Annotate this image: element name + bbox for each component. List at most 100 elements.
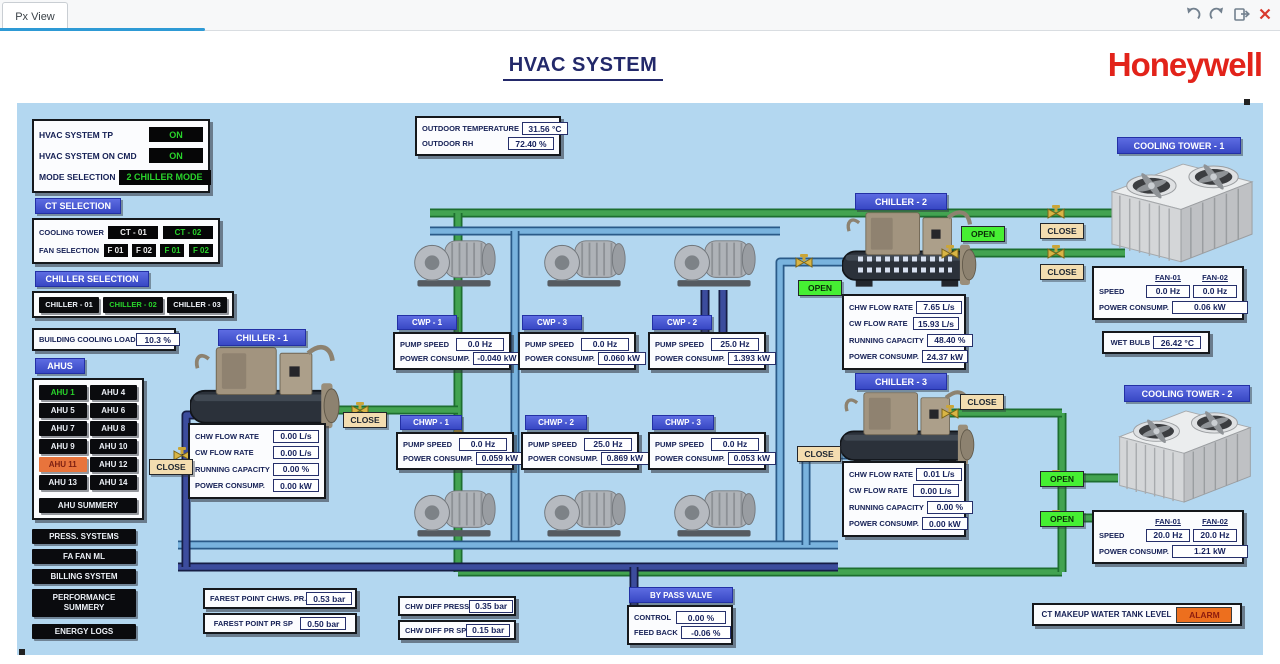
outdoor-temp-value: 31.56 °C <box>521 122 568 135</box>
farest-sp-label: FAREST POINT PR SP <box>213 619 293 628</box>
pump-speed-label: PUMP SPEED <box>403 439 453 449</box>
performance-summary-button[interactable]: PERFORMANCE SUMMERY <box>32 589 136 617</box>
ahu-14-button[interactable]: AHU 14 <box>89 475 137 491</box>
valve-tag-ct2-lower[interactable]: OPEN <box>1040 511 1084 527</box>
cwp-3-header: CWP - 3 <box>522 315 582 330</box>
running-capacity-label: RUNNING CAPACITY <box>849 502 924 512</box>
ahu-11-button[interactable]: AHU 11 <box>39 457 87 473</box>
cwp-2-power: 1.393 kW <box>727 351 776 365</box>
fan-f01-button[interactable]: F 01 <box>160 243 185 257</box>
chwp-1-power: 0.059 kW <box>475 451 524 465</box>
ahu-6-button[interactable]: AHU 6 <box>89 403 137 419</box>
pump-power-label: POWER CONSUMP. <box>655 453 725 463</box>
press-systems-button[interactable]: PRESS. SYSTEMS <box>32 529 136 544</box>
valve-tag-ct1-lower[interactable]: CLOSE <box>1040 264 1084 280</box>
pump-power-label: POWER CONSUMP. <box>525 353 595 363</box>
chiller-01-button[interactable]: CHILLER - 01 <box>39 296 99 313</box>
ct-makeup-alarm-button[interactable]: ALARM <box>1176 606 1233 623</box>
fa-fan-ml-button[interactable]: FA FAN ML <box>32 549 136 564</box>
chwp-3-header: CHWP - 3 <box>652 415 714 430</box>
speed-label: SPEED <box>1099 286 1125 296</box>
resize-handle[interactable] <box>1244 99 1250 105</box>
chwp-3-panel: PUMP SPEED 0.0 Hz POWER CONSUMP. 0.053 kW <box>648 432 776 470</box>
chiller-02-button[interactable]: CHILLER - 02 <box>103 296 163 313</box>
cw-flow-label: CW FLOW RATE <box>849 319 908 329</box>
ahu-8-button[interactable]: AHU 8 <box>89 421 137 437</box>
status-label: MODE SELECTION <box>39 172 116 183</box>
pump-power-label: POWER CONSUMP. <box>655 353 725 363</box>
ahu-1-button[interactable]: AHU 1 <box>39 385 87 401</box>
chiller-03-button[interactable]: CHILLER - 03 <box>167 296 227 313</box>
cwp-3-panel: PUMP SPEED 0.0 Hz POWER CONSUMP. 0.060 kW <box>518 332 646 370</box>
wet-bulb-panel: WET BULB 26.42 °C <box>1102 331 1210 354</box>
cw-flow-label: CW FLOW RATE <box>849 486 908 496</box>
mode-selection-value[interactable]: 2 CHILLER MODE <box>118 169 211 185</box>
fan-f01-button[interactable]: F 01 <box>103 243 128 257</box>
ct-02-button[interactable]: CT - 02 <box>163 225 213 239</box>
chwp-2-panel: PUMP SPEED 25.0 Hz POWER CONSUMP. 0.869 kW <box>521 432 649 470</box>
building-cooling-load-value: 10.3 % <box>135 333 180 346</box>
outdoor-rh-value: 72.40 % <box>508 137 554 150</box>
outdoor-rh-label: OUTDOOR RH <box>422 139 474 148</box>
valve-tag-chiller1-right[interactable]: CLOSE <box>343 412 387 428</box>
chiller-3-data-panel: CHW FLOW RATE 0.01 L/s CW FLOW RATE 0.00 L… <box>842 461 973 537</box>
farest-sp-value: 0.50 bar <box>300 617 347 630</box>
bypass-feedback-label: FEED BACK <box>634 628 678 637</box>
export-page-icon[interactable] <box>1233 6 1250 22</box>
chwp-3-speed: 0.0 Hz <box>711 437 759 451</box>
honeywell-logo: Honeywell <box>1107 46 1263 83</box>
pump-speed-label: PUMP SPEED <box>528 439 578 449</box>
ct-makeup-label: CT MAKEUP WATER TANK LEVEL <box>1041 610 1172 619</box>
power-consump-label: POWER CONSUMP. <box>849 352 919 362</box>
ahu-10-button[interactable]: AHU 10 <box>89 439 137 455</box>
chiller-3-cw-flow: 0.00 L/s <box>913 484 959 498</box>
chiller-3-power: 0.00 kW <box>921 517 968 531</box>
undo-icon[interactable] <box>1185 6 1201 22</box>
fan-f02-button[interactable]: F 02 <box>188 243 213 257</box>
chiller-3-header: CHILLER - 3 <box>855 373 947 390</box>
cwp-1-panel: PUMP SPEED 0.0 Hz POWER CONSUMP. -0.040 kW <box>393 332 521 370</box>
valve-tag-chiller2-left[interactable]: OPEN <box>798 280 842 296</box>
ct2-power: 1.21 kW <box>1171 544 1248 558</box>
resize-handle[interactable] <box>19 649 25 655</box>
ahu-5-button[interactable]: AHU 5 <box>39 403 87 419</box>
cwp-3-power: 0.060 kW <box>597 351 646 365</box>
hvac-system-tp-value[interactable]: ON <box>149 127 203 143</box>
ct1-power: 0.06 kW <box>1171 300 1248 314</box>
chiller-1-data-panel: CHW FLOW RATE 0.00 L/s CW FLOW RATE 0.00 L… <box>188 423 326 499</box>
fan-f02-button[interactable]: F 02 <box>131 243 156 257</box>
valve-tag-ct2-upper[interactable]: OPEN <box>1040 471 1084 487</box>
redo-icon[interactable] <box>1209 6 1225 22</box>
hvac-system-cmd-value[interactable]: ON <box>149 148 203 164</box>
cooling-tower-2-header: COOLING TOWER - 2 <box>1124 385 1250 402</box>
chiller-1-chw-flow: 0.00 L/s <box>273 429 319 443</box>
ahu-summary-button[interactable]: AHU SUMMERY <box>39 497 137 513</box>
ahu-4-button[interactable]: AHU 4 <box>89 385 137 401</box>
system-status-panel: HVAC SYSTEM TP ON HVAC SYSTEM ON CMD ON … <box>32 119 211 193</box>
billing-system-button[interactable]: BILLING SYSTEM <box>32 569 136 584</box>
chiller-3-capacity: 0.00 % <box>926 500 973 514</box>
chw-diff-sp-label: CHW DIFF PR SP <box>405 625 467 635</box>
ahu-13-button[interactable]: AHU 13 <box>39 475 87 491</box>
power-consump-label: POWER CONSUMP. <box>849 519 919 529</box>
ahu-9-button[interactable]: AHU 9 <box>39 439 87 455</box>
chwp-2-power: 0.869 kW <box>600 451 649 465</box>
valve-tag-chiller3-left[interactable]: CLOSE <box>797 446 841 462</box>
chiller-2-chw-flow: 7.65 L/s <box>916 300 963 314</box>
cwp-1-speed: 0.0 Hz <box>456 337 504 351</box>
close-icon[interactable] <box>1258 7 1272 21</box>
ct-01-button[interactable]: CT - 01 <box>108 225 159 239</box>
energy-logs-button[interactable]: ENERGY LOGS <box>32 624 136 639</box>
valve-tag-chiller2-right[interactable]: OPEN <box>961 226 1005 242</box>
ahu-12-button[interactable]: AHU 12 <box>89 457 137 473</box>
tab-px-view[interactable]: Px View <box>2 2 68 30</box>
ahu-7-button[interactable]: AHU 7 <box>39 421 87 437</box>
pump-speed-label: PUMP SPEED <box>525 339 575 349</box>
valve-tag-chiller1-left[interactable]: CLOSE <box>149 459 193 475</box>
valve-tag-ct1-upper[interactable]: CLOSE <box>1040 223 1084 239</box>
chwp-1-header: CHWP - 1 <box>400 415 462 430</box>
farest-point-chws-panel: FAREST POINT CHWS. PR. 0.53 bar <box>203 588 357 609</box>
pump-power-label: POWER CONSUMP. <box>403 453 473 463</box>
chiller-selection-panel: CHILLER - 01 CHILLER - 02 CHILLER - 03 <box>32 291 234 318</box>
valve-tag-chiller3-right[interactable]: CLOSE <box>960 394 1004 410</box>
